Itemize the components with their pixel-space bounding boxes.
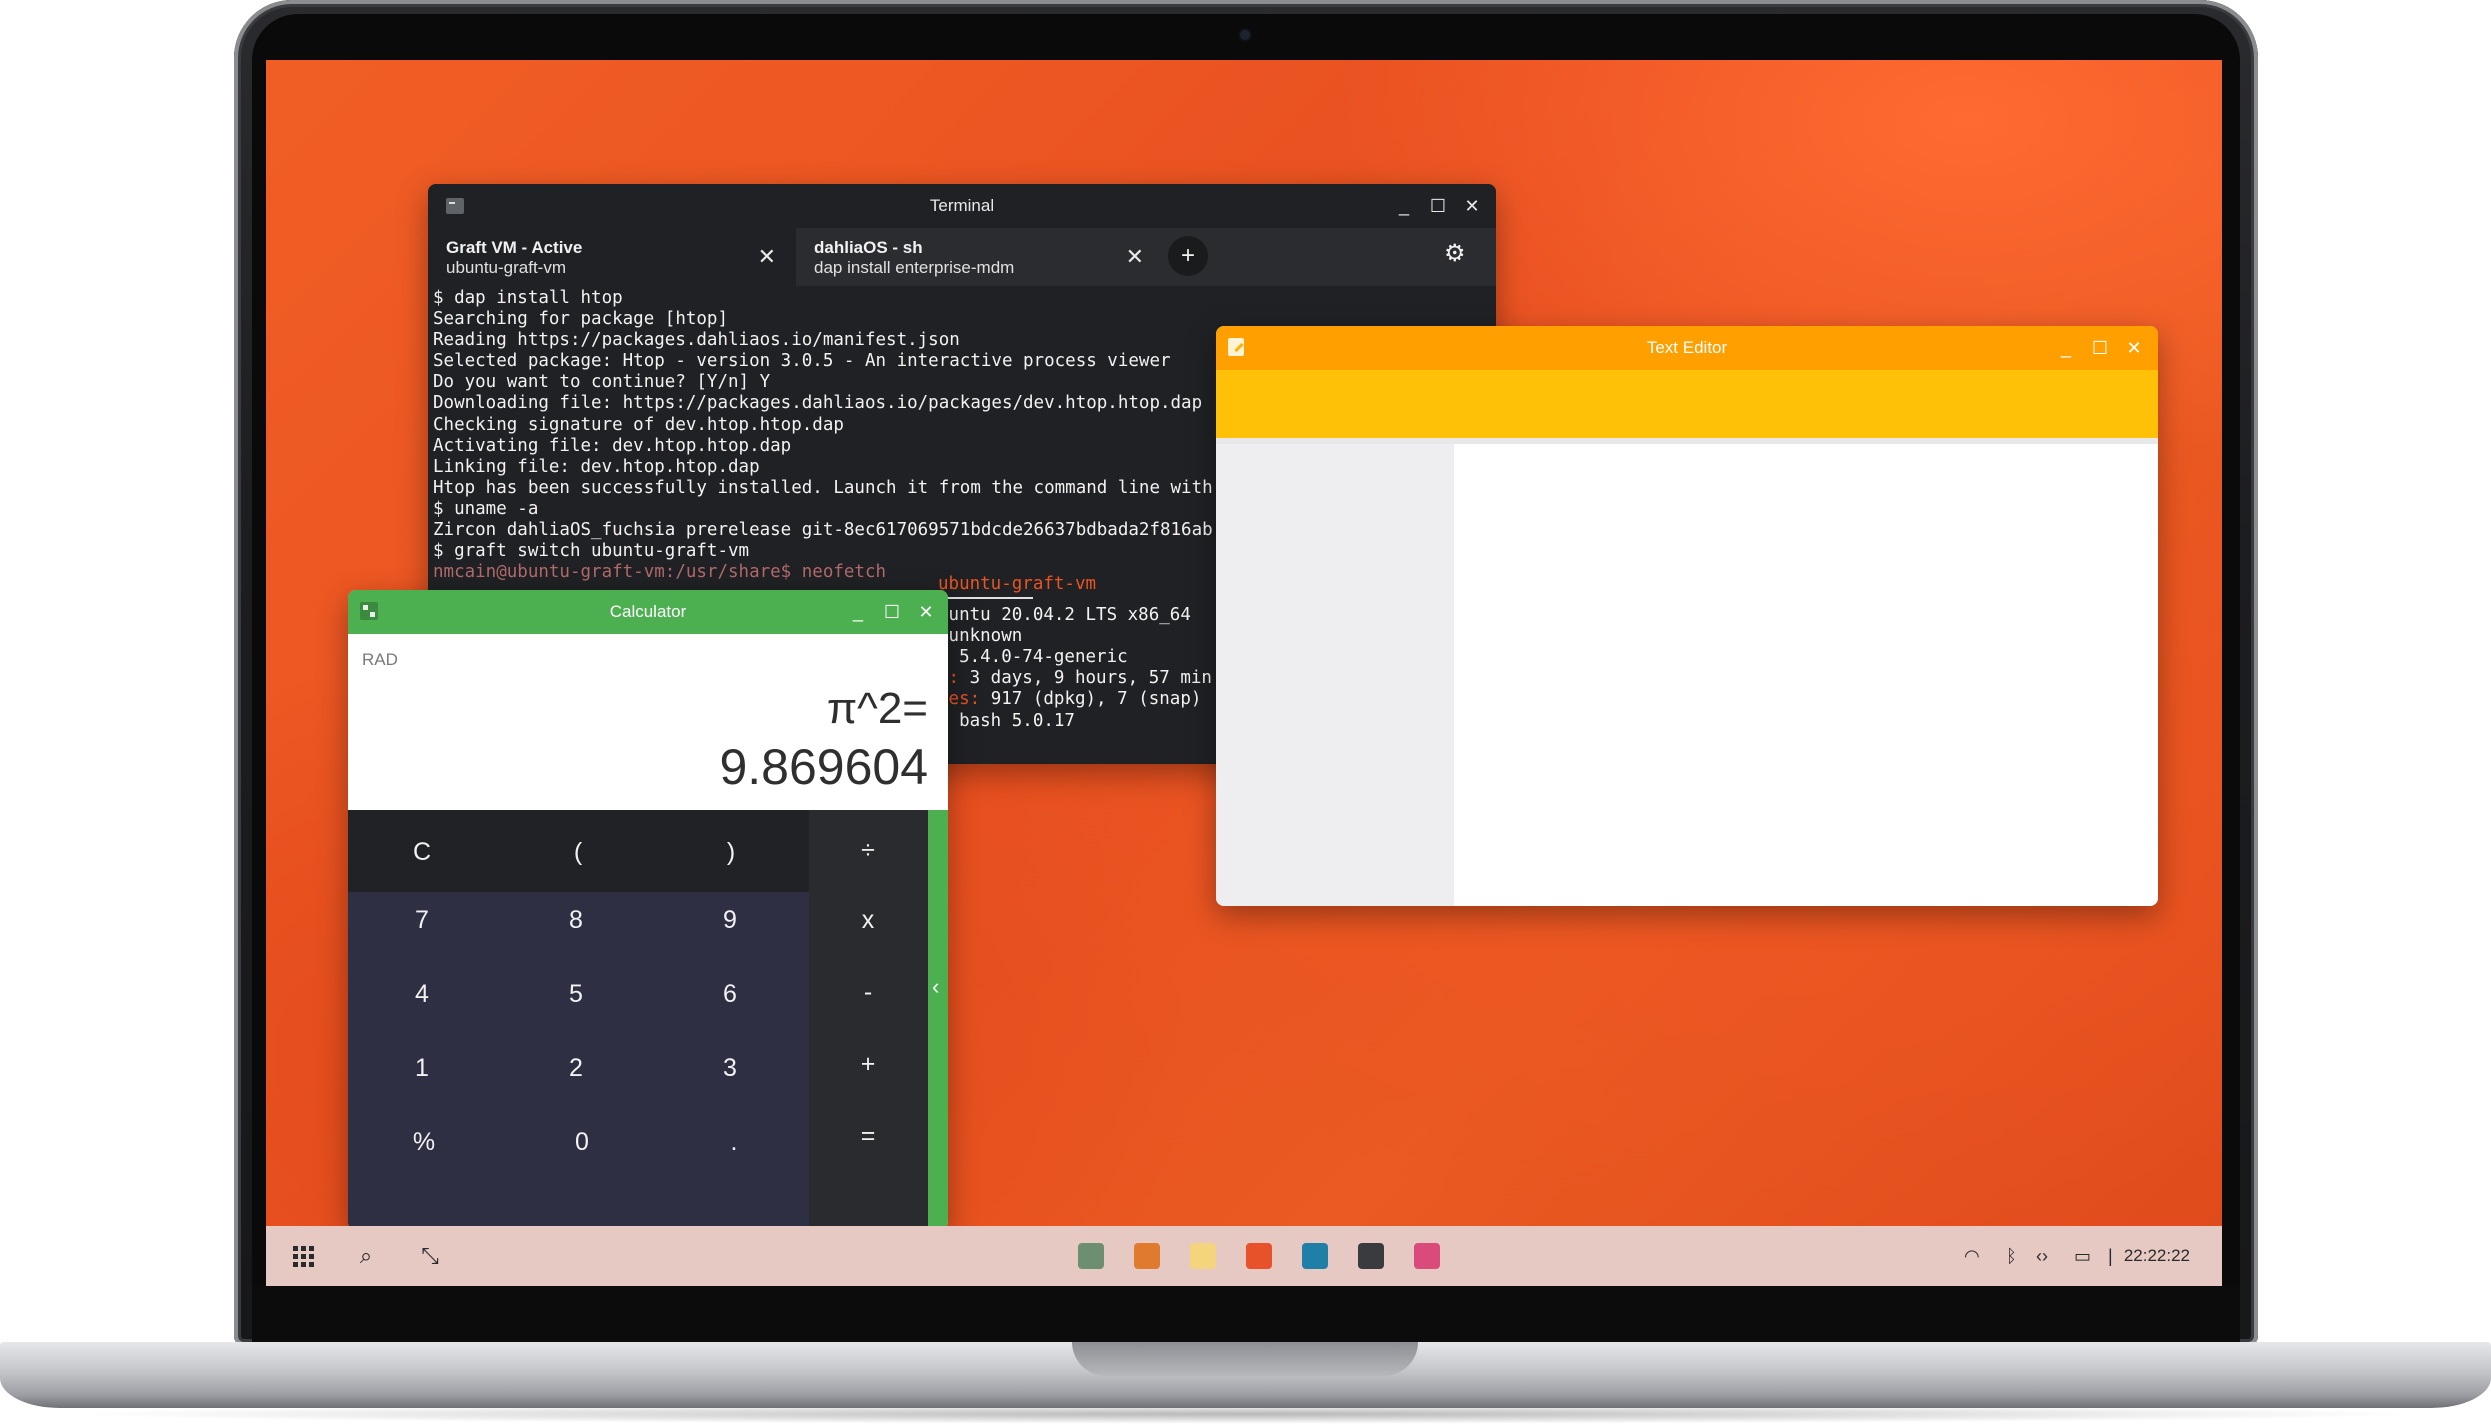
key-8[interactable]: 8 [526,906,626,935]
neofetch-row: buntu 20.04.2 LTS x86_64 [938,605,1212,626]
camera-icon [1240,30,1250,40]
search-icon[interactable]: ⌕ [350,1240,382,1272]
percent-button[interactable]: % [374,1128,474,1157]
taskbar-app-calculator-icon[interactable] [1078,1243,1104,1269]
laptop-chin [252,1286,2240,1344]
calculator-titlebar[interactable]: Calculator _ ☐ ✕ [348,590,948,634]
divide-button[interactable]: ÷ [818,836,918,865]
tray-separator: | [2108,1246,2113,1266]
right-paren-button[interactable]: ) [681,838,781,867]
neofetch-output: ubuntu-graft-vm buntu 20.04.2 LTS x86_64… [938,574,1212,732]
text-editor-titlebar[interactable]: Text Editor _ ☐ ✕ [1216,326,2158,370]
neofetch-value: unknown [938,626,1023,647]
wifi-icon[interactable]: ◠ [1964,1244,1980,1268]
clock[interactable]: 22:22:22 [2124,1244,2190,1268]
desktop-screen: Terminal _ ☐ ✕ Graft VM - Active ubuntu-… [266,60,2222,1286]
minimize-all-icon[interactable]: ⤡ [414,1240,446,1272]
taskbar-app-text-editor-icon[interactable] [1190,1243,1216,1269]
terminal-line: $ dap install htop [433,288,623,308]
tab-title: dahliaOS - sh [814,238,923,257]
neofetch-value: bash 5.0.17 [959,710,1075,731]
tab-subtitle: dap install enterprise-mdm [814,258,1015,277]
minimize-button[interactable]: _ [1390,194,1418,218]
left-paren-button[interactable]: ( [528,838,628,867]
key-6[interactable]: 6 [680,980,780,1009]
neofetch-value: 917 (dpkg), 7 (snap) [990,689,1202,710]
clear-button[interactable]: C [372,838,472,867]
key-7[interactable]: 7 [372,906,472,935]
text-editor-window: Text Editor _ ☐ ✕ [1216,326,2158,906]
maximize-button[interactable]: ☐ [1424,194,1452,218]
neofetch-row: unknown [938,626,1212,647]
text-editor-sidebar[interactable] [1216,444,1454,906]
operator-column [809,810,928,1230]
maximize-button[interactable]: ☐ [878,600,906,624]
key-9[interactable]: 9 [680,906,780,935]
advanced-panel-toggle[interactable]: ‹ [928,810,948,1230]
neofetch-row: : bash 5.0.17 [938,711,1212,732]
key-3[interactable]: 3 [680,1054,780,1083]
taskbar-app-terminal-icon[interactable] [1358,1243,1384,1269]
tab-close-icon[interactable]: ✕ [758,244,776,270]
terminal-tab-dahliaos-sh[interactable]: dahliaOS - sh dap install enterprise-mdm… [796,228,1164,286]
key-0[interactable]: 0 [532,1128,632,1157]
neofetch-value: 5.4.0-74-generic [959,647,1128,668]
calculator-window: Calculator _ ☐ ✕ RAD π^2= 9.869604 C ( )… [348,590,948,1230]
close-button[interactable]: ✕ [912,600,940,624]
key-4[interactable]: 4 [372,980,472,1009]
terminal-title: Terminal [929,196,995,215]
chevron-left-icon: ‹ [932,974,940,999]
neofetch-row: ges: 917 (dpkg), 7 (snap) [938,689,1212,710]
laptop-notch [1072,1342,1418,1376]
key-1[interactable]: 1 [372,1054,472,1083]
neofetch-row: e: 3 days, 9 hours, 57 min [938,668,1212,689]
neofetch-value: buntu 20.04.2 LTS x86_64 [938,605,1191,626]
minimize-button[interactable]: _ [844,600,872,624]
terminal-titlebar[interactable]: Terminal _ ☐ ✕ [428,184,1496,228]
neofetch-value: 3 days, 9 hours, 57 min [969,668,1212,689]
decimal-button[interactable]: . [684,1128,784,1157]
neofetch-header: ubuntu-graft-vm [938,574,1097,594]
text-editor-document-area[interactable] [1454,444,2158,906]
neofetch-row: : 5.4.0-74-generic [938,647,1212,668]
maximize-button[interactable]: ☐ [2086,336,2114,360]
calculator-display: RAD π^2= 9.869604 [348,634,948,810]
battery-icon[interactable]: ▭ [2074,1244,2091,1268]
taskbar-app-media-icon[interactable] [1302,1243,1328,1269]
close-button[interactable]: ✕ [1458,194,1486,218]
tab-close-icon[interactable]: ✕ [1126,244,1144,270]
key-5[interactable]: 5 [526,980,626,1009]
tab-title: Graft VM - Active [446,238,583,257]
terminal-tab-bar: Graft VM - Active ubuntu-graft-vm ✕ dahl… [428,228,1496,286]
key-2[interactable]: 2 [526,1054,626,1083]
terminal-tab-graft-vm[interactable]: Graft VM - Active ubuntu-graft-vm ✕ [428,228,796,286]
taskbar-app-files-icon[interactable] [1134,1243,1160,1269]
settings-gear-icon[interactable]: ⚙ [1444,242,1468,266]
calculator-keypad: C ( ) ÷ 7 8 9 x 4 5 6 - 1 2 3 + % 0 . = [348,810,928,1230]
add-tab-button[interactable]: + [1168,236,1208,276]
code-icon[interactable]: ‹› [2036,1244,2048,1268]
text-editor-toolbar [1216,370,2158,438]
bluetooth-icon[interactable]: ᛒ [2006,1244,2017,1268]
equals-button[interactable]: = [818,1122,918,1151]
minus-button[interactable]: - [818,978,918,1007]
taskbar-app-web-browser-icon[interactable] [1414,1243,1440,1269]
neofetch-rule [938,597,1033,600]
taskbar-app-settings-icon[interactable] [1246,1243,1272,1269]
close-button[interactable]: ✕ [2120,336,2148,360]
calculator-expression: π^2= [826,684,928,733]
taskbar: ⌕ ⤡ ◠ ᛒ ‹› ▭ | 22:22:22 [266,1226,2222,1286]
plus-button[interactable]: + [818,1050,918,1079]
multiply-button[interactable]: x [818,906,918,935]
angle-mode-indicator[interactable]: RAD [362,650,398,670]
text-editor-title: Text Editor [1646,338,1728,357]
minimize-button[interactable]: _ [2052,336,2080,360]
tab-subtitle: ubuntu-graft-vm [446,258,566,277]
calculator-result: 9.869604 [719,739,928,795]
app-launcher-grid-icon[interactable] [293,1246,314,1267]
